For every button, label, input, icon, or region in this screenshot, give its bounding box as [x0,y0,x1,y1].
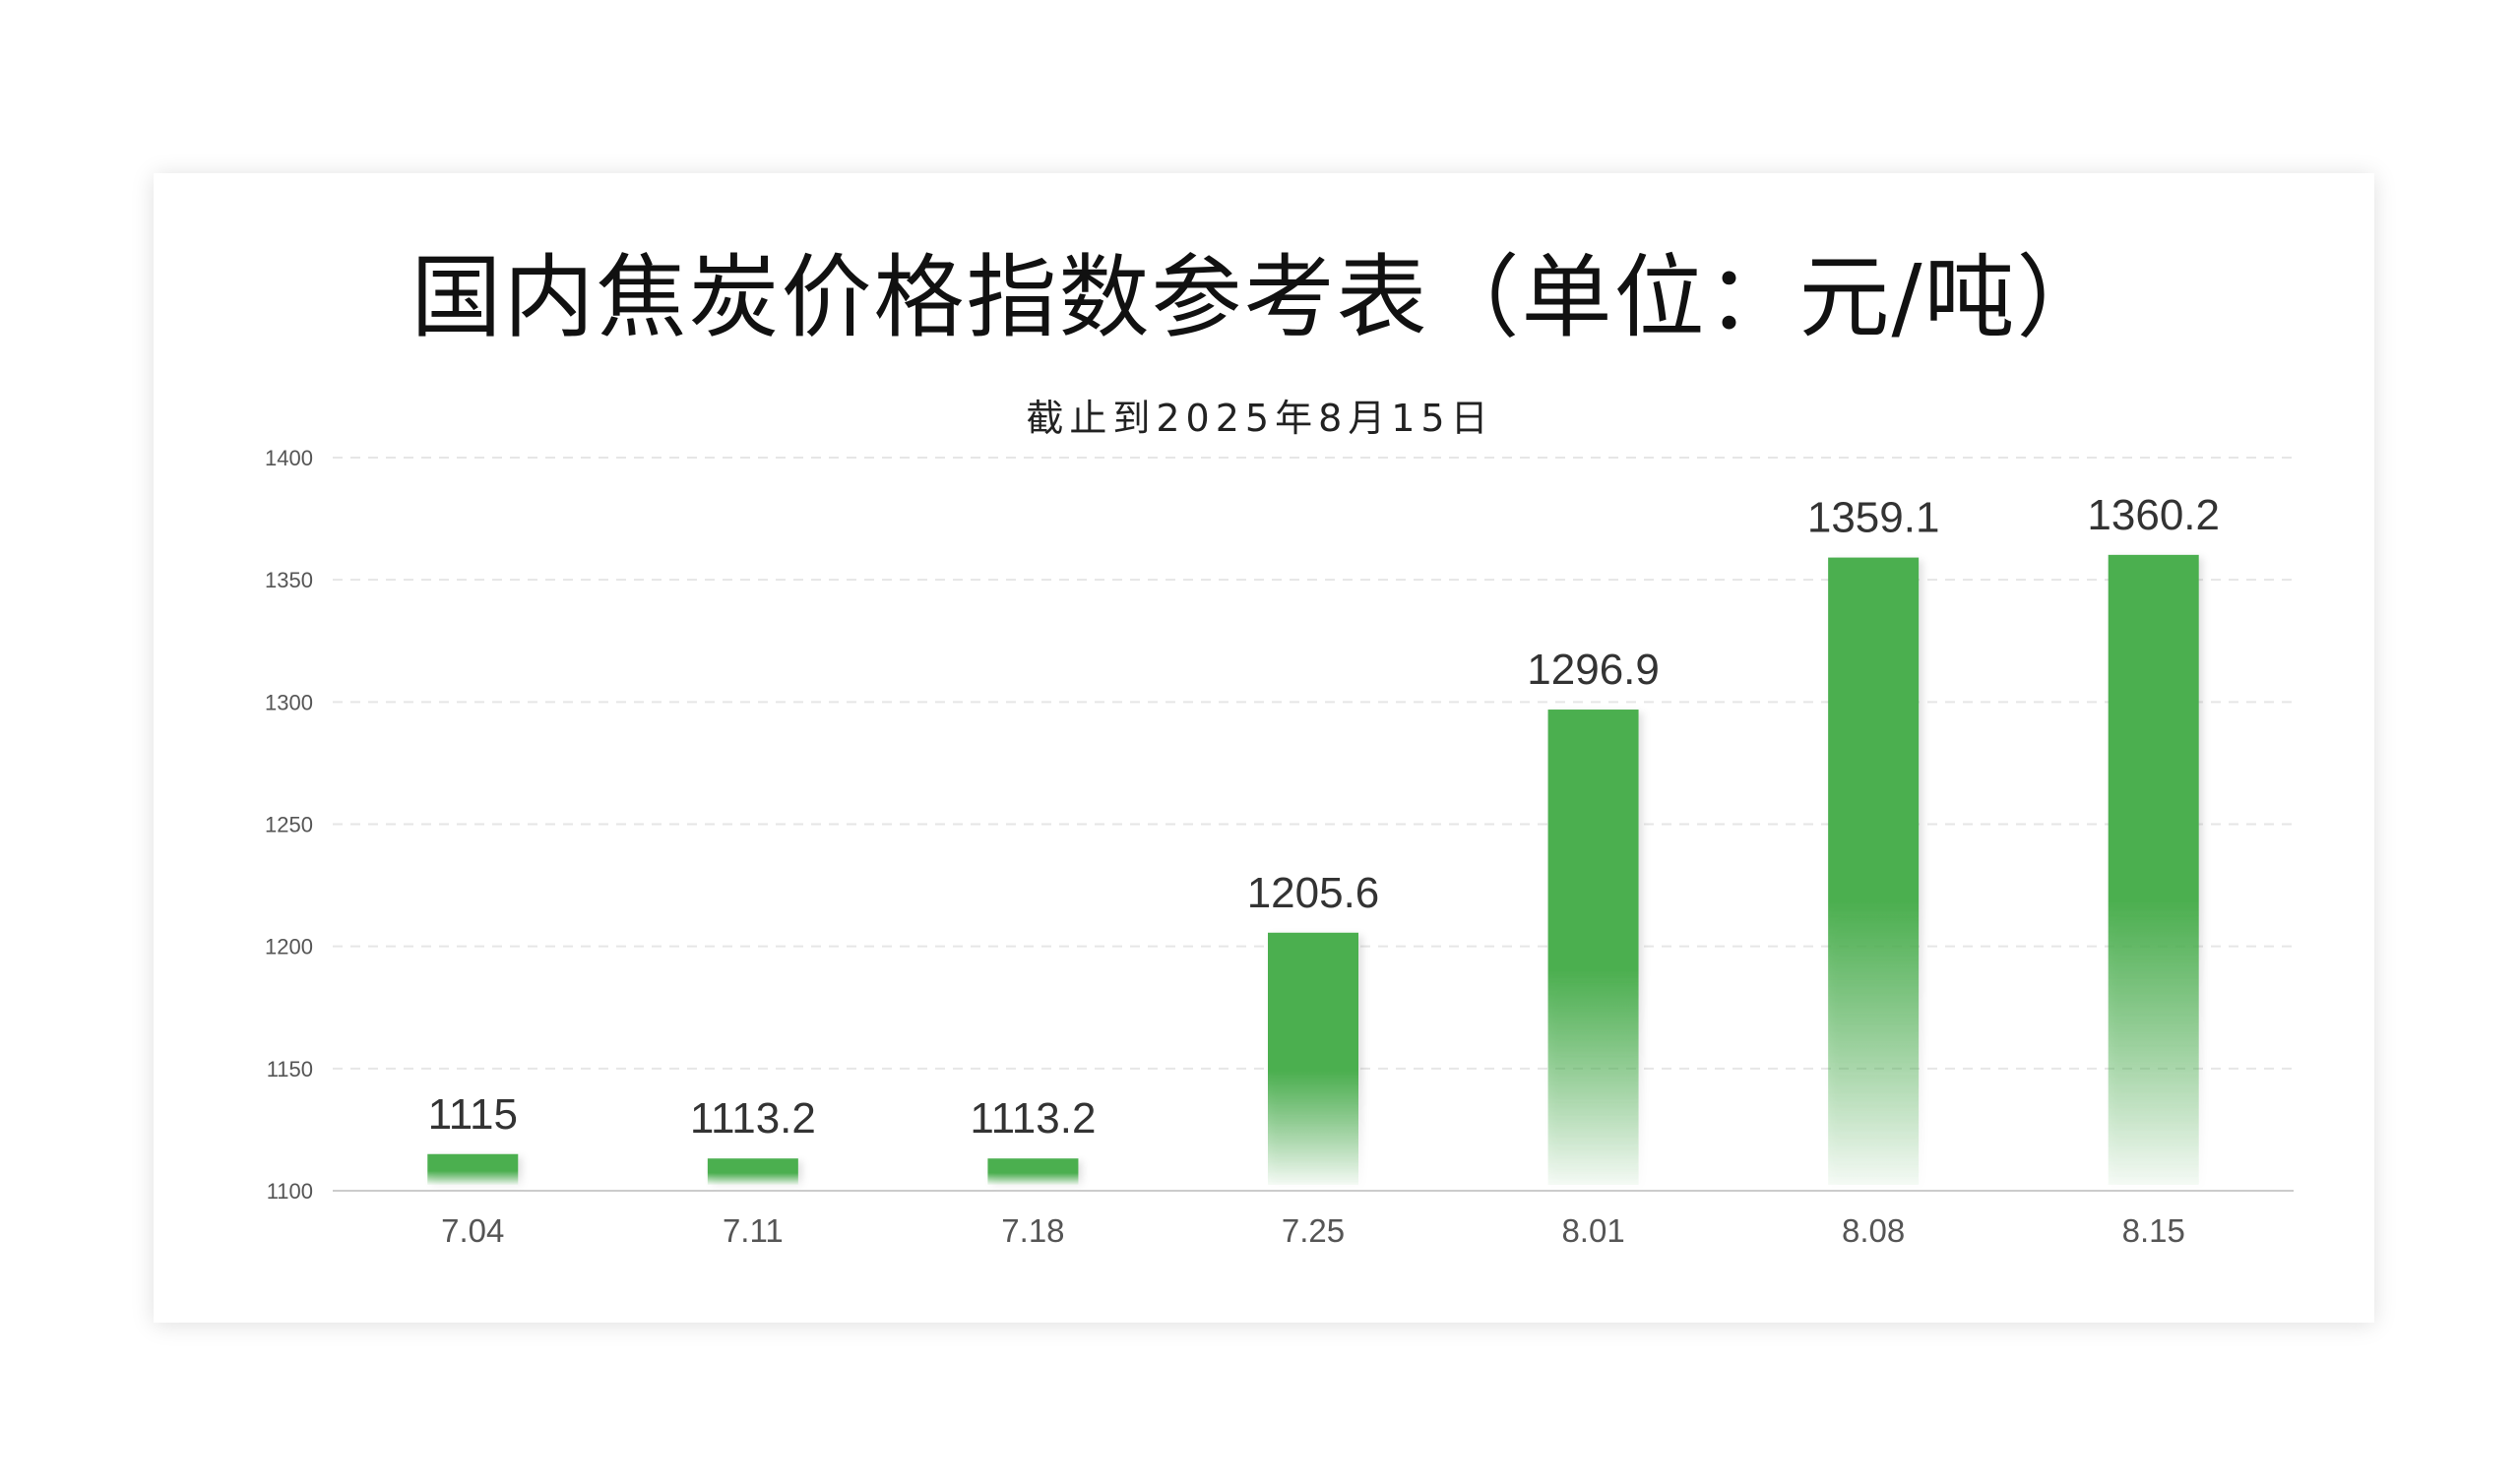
value-label: 1360.2 [2087,491,2220,539]
value-label: 1113.2 [690,1094,816,1143]
y-tick-label: 1100 [267,1179,313,1204]
y-tick-label: 1300 [265,690,313,714]
x-axis-ticks: 7.04 7.11 7.18 7.25 8.01 8.08 8.15 [441,1212,2185,1249]
value-label: 1359.1 [1807,494,1940,542]
x-tick-label: 8.01 [1561,1212,1624,1249]
y-tick-label: 1250 [265,813,313,837]
x-tick-label: 7.18 [1001,1212,1064,1249]
bar-8.08 [1828,557,1920,1185]
x-tick-label: 8.15 [2122,1212,2185,1249]
bar-7.11 [707,1158,798,1185]
x-tick-label: 7.11 [723,1212,784,1249]
y-tick-label: 1200 [265,935,313,959]
y-tick-label: 1400 [265,446,313,470]
value-label: 1296.9 [1527,646,1660,694]
x-tick-label: 7.04 [441,1212,504,1249]
bar-7.25 [1268,932,1358,1185]
y-axis-ticks: 1100 1150 1200 1250 1300 1350 1400 [265,446,313,1204]
value-label: 1113.2 [970,1094,1096,1143]
bar-7.18 [987,1158,1079,1185]
x-tick-label: 7.25 [1282,1212,1345,1249]
bar-8.15 [2108,554,2199,1185]
bar-8.01 [1547,710,1639,1185]
y-tick-label: 1350 [265,568,313,592]
x-tick-label: 8.08 [1842,1212,1905,1249]
value-label: 1115 [428,1090,518,1139]
value-label: 1205.6 [1247,869,1380,917]
y-tick-label: 1150 [267,1057,313,1082]
bar-chart: 1100 1150 1200 1250 1300 1350 1400 1115 1113.2 1… [265,446,2294,1249]
bar-7.04 [427,1153,519,1185]
